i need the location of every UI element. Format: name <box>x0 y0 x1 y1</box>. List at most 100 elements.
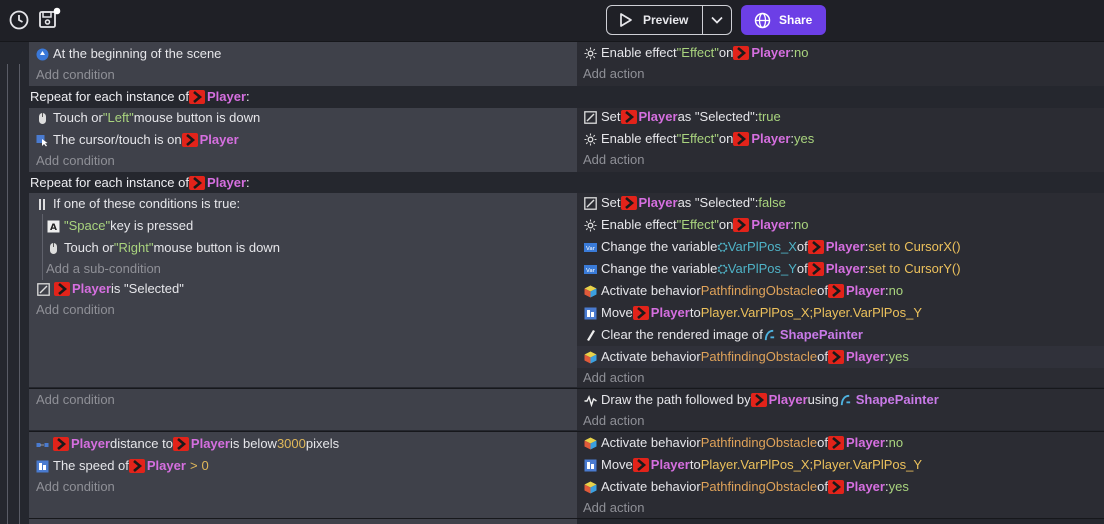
condition-or-group[interactable]: If one of these conditions is true: <box>36 193 240 215</box>
add-action-link[interactable]: Add action <box>583 367 644 389</box>
player-sprite-icon <box>189 90 205 104</box>
action-activate-behavior[interactable]: Activate behavior PathfindingObstacle of… <box>584 432 903 454</box>
condition-mouse-left[interactable]: Touch or "Left" mouse button is down <box>36 107 260 129</box>
player-sprite-icon <box>828 436 844 450</box>
action-activate-behavior[interactable]: Activate behavior PathfindingObstacle of… <box>584 280 903 302</box>
svg-text:A: A <box>50 223 57 233</box>
mouse-icon <box>39 112 46 124</box>
operator: > <box>189 458 198 473</box>
add-condition-link[interactable]: Add condition <box>36 299 115 321</box>
subcondition-mouse-right[interactable]: Touch or "Right" mouse button is down <box>47 237 280 259</box>
text: of <box>796 239 808 254</box>
player-sprite-icon <box>733 46 749 60</box>
share-label: Share <box>779 13 813 27</box>
condition-scene-start[interactable]: At the beginning of the scene <box>36 43 221 65</box>
add-condition-link[interactable]: Add condition <box>36 476 115 498</box>
repeat-header[interactable]: Repeat for each instance of Player : <box>30 172 250 194</box>
expression: CursorY() <box>904 261 961 276</box>
object-name: ShapePainter <box>855 392 939 407</box>
object-name: Player <box>845 435 885 450</box>
text: is "Selected" <box>111 281 184 296</box>
condition-is-selected[interactable]: Player is "Selected" <box>37 278 184 300</box>
variable-ref-icon: ⛭ <box>717 239 728 254</box>
object-name: Player <box>845 283 885 298</box>
text: mouse button is down <box>133 110 261 125</box>
text: as "Selected": <box>677 195 759 210</box>
effect-name: "Effect" <box>676 217 719 232</box>
add-condition-link[interactable]: Add condition <box>36 389 115 411</box>
add-action-link[interactable]: Add action <box>583 410 644 432</box>
object-name: Player <box>146 458 186 473</box>
player-sprite-icon <box>53 437 69 451</box>
action-clear-image[interactable]: Clear the rendered image of ShapePainter <box>584 324 863 346</box>
text: Change the variable <box>601 239 718 254</box>
action-move[interactable]: Move Player to Player.VarPlPos_X;Player.… <box>584 454 922 476</box>
effect-sun-icon <box>584 47 597 59</box>
expression: Player.VarPlPos_X;Player.VarPlPos_Y <box>700 305 923 320</box>
value: true <box>758 109 781 124</box>
preview-main[interactable]: Preview <box>607 6 703 34</box>
object-name: Player <box>207 175 247 190</box>
text: mouse button is down <box>153 240 280 255</box>
speed-icon <box>36 460 49 472</box>
event-gutter <box>0 42 28 524</box>
player-sprite-icon <box>182 133 198 147</box>
move-object-icon <box>584 307 597 319</box>
share-button[interactable]: Share <box>741 5 826 35</box>
text: Change the variable <box>601 261 718 276</box>
chevron-down-icon <box>711 16 723 24</box>
action-activate-behavior[interactable]: Activate behavior PathfindingObstacle of… <box>584 476 909 498</box>
behavior-name: PathfindingObstacle <box>700 283 818 298</box>
condition-speed[interactable]: The speed of Player >0 <box>36 455 209 477</box>
preview-button[interactable]: Preview <box>606 5 732 35</box>
add-condition-link[interactable]: Add condition <box>36 64 115 86</box>
player-sprite-icon <box>828 284 844 298</box>
preview-dropdown[interactable] <box>703 6 731 34</box>
checkbox-edit-icon <box>584 110 597 124</box>
repeat-header[interactable]: Repeat for each instance of Player : <box>30 86 250 108</box>
action-enable-effect[interactable]: Enable effect "Effect" on Player: yes <box>584 128 814 150</box>
object-name: Player <box>825 261 865 276</box>
add-subcondition-link[interactable]: Add a sub-condition <box>46 258 161 280</box>
add-condition-link[interactable]: Add condition <box>36 150 115 172</box>
text: Activate behavior <box>601 435 701 450</box>
action-enable-effect[interactable]: Enable effect "Effect" on Player: no <box>584 42 809 64</box>
text: Repeat for each instance of <box>30 89 189 104</box>
action-set-selected[interactable]: Set Player as "Selected": false <box>584 192 786 214</box>
player-sprite-icon <box>808 262 824 276</box>
value: no <box>888 435 904 450</box>
action-change-variable-y[interactable]: Var Change the variable ⛭ VarPlPos_Y of P… <box>584 258 961 280</box>
action-activate-behavior[interactable]: Activate behavior PathfindingObstacle of… <box>584 346 909 368</box>
condition-cursor-on[interactable]: The cursor/touch is on Player <box>36 129 239 151</box>
object-name: Player <box>768 392 808 407</box>
text: Set <box>601 109 621 124</box>
text: Activate behavior <box>601 349 701 364</box>
value: no <box>794 45 809 60</box>
condition-distance[interactable]: Player distance to Player is below 3000 … <box>36 433 339 455</box>
action-draw-path[interactable]: Draw the path followed by Player using S… <box>584 389 939 411</box>
action-enable-effect[interactable]: Enable effect "Effect" on Player: no <box>584 214 809 236</box>
button-name: "Right" <box>113 240 154 255</box>
globe-icon <box>754 12 771 28</box>
text: : <box>246 175 250 190</box>
player-sprite-icon <box>621 196 637 210</box>
add-action-link[interactable]: Add action <box>583 149 644 171</box>
value: no <box>888 283 904 298</box>
text: distance to <box>110 436 173 451</box>
path-wave-icon <box>584 394 597 407</box>
variable-icon: Var <box>584 242 597 252</box>
action-change-variable-x[interactable]: Var Change the variable ⛭ VarPlPos_X of P… <box>584 236 961 258</box>
add-action-link[interactable]: Add action <box>583 63 644 85</box>
add-action-link[interactable]: Add action <box>583 497 644 519</box>
subcondition-key-pressed[interactable]: A "Space" key is pressed <box>47 215 193 237</box>
button-name: "Left" <box>102 110 134 125</box>
text: The cursor/touch is on <box>53 132 182 147</box>
behavior-cube-icon <box>584 437 597 449</box>
brush-icon <box>587 329 595 341</box>
history-clock-icon[interactable] <box>7 8 31 32</box>
save-floppy-icon[interactable] <box>37 7 61 31</box>
action-move[interactable]: Move Player to Player.VarPlPos_X;Player.… <box>584 302 922 324</box>
effect-name: "Effect" <box>676 45 719 60</box>
svg-text:Var: Var <box>586 246 596 252</box>
action-set-selected[interactable]: Set Player as "Selected": true <box>584 106 781 128</box>
